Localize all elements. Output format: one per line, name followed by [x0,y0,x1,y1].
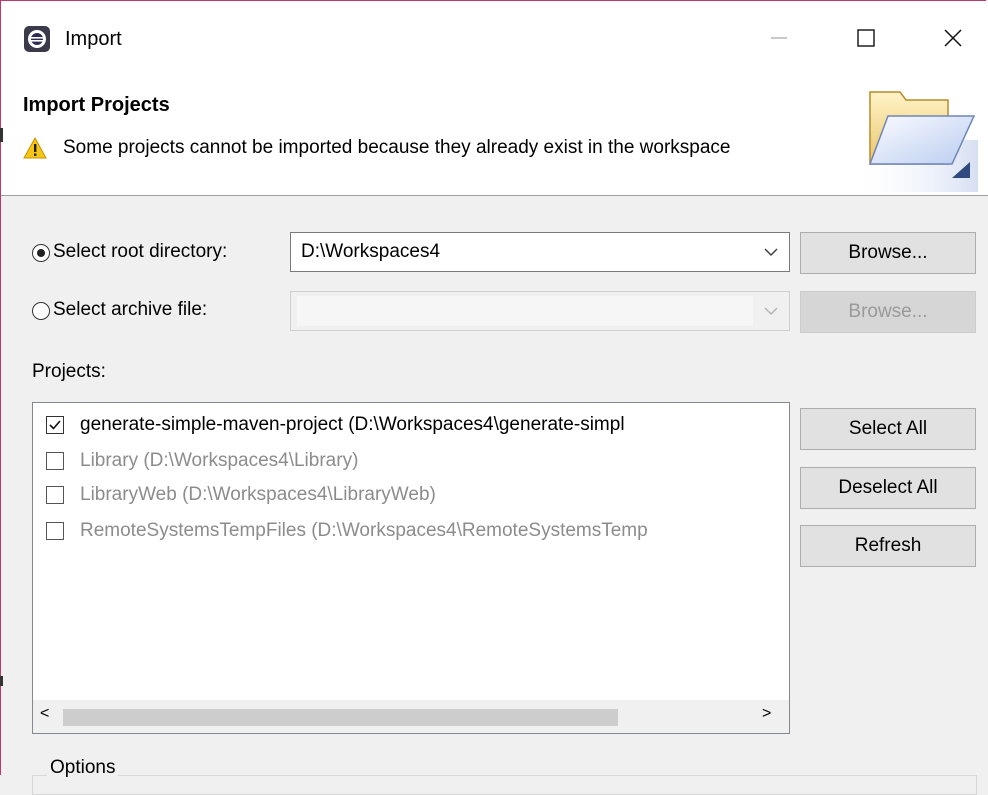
scrollbar-thumb[interactable] [63,709,618,726]
scroll-left-icon[interactable]: < [40,705,49,723]
projects-label: Projects: [32,361,106,382]
title-bar[interactable] [1,1,988,77]
project-item[interactable]: Library (D:\Workspaces4\Library) [46,445,358,477]
archive-file-radio[interactable] [32,302,50,320]
scroll-right-icon[interactable]: > [762,705,771,723]
options-group [32,775,977,795]
warning-icon [23,136,47,165]
archive-file-label[interactable]: Select archive file: [53,299,207,321]
refresh-button[interactable]: Refresh [800,525,976,567]
chevron-down-icon [764,248,778,257]
browse-archive-button[interactable]: Browse... [800,291,976,333]
deselect-all-button[interactable]: Deselect All [800,467,976,509]
chevron-down-icon [764,307,778,316]
root-directory-label[interactable]: Select root directory: [53,241,227,263]
page-title: Import Projects [23,94,170,116]
frame-marker [0,676,3,686]
project-checkbox[interactable] [46,522,64,540]
archive-file-input [297,296,753,326]
root-directory-radio[interactable] [32,244,50,262]
options-label: Options [47,757,119,779]
minimize-icon: — [771,29,787,46]
project-item[interactable]: LibraryWeb (D:\Workspaces4\LibraryWeb) [46,479,436,511]
close-button[interactable] [930,18,976,58]
radio-selected-dot [37,249,45,257]
select-all-button[interactable]: Select All [800,408,976,450]
project-label: generate-simple-maven-project (D:\Worksp… [80,414,625,435]
project-item[interactable]: RemoteSystemsTempFiles (D:\Workspaces4\R… [46,515,648,547]
checkmark-icon [49,420,61,430]
window-title: Import [65,28,122,50]
project-label: Library (D:\Workspaces4\Library) [80,450,359,471]
minimize-button[interactable]: — [756,18,802,58]
project-label: RemoteSystemsTempFiles (D:\Workspaces4\R… [80,520,648,541]
folder-open-icon [848,80,978,192]
maximize-button[interactable] [843,18,889,58]
eclipse-app-icon [24,26,50,52]
maximize-icon [857,29,875,47]
browse-directory-button[interactable]: Browse... [800,232,976,274]
project-checkbox[interactable] [46,486,64,504]
archive-file-combo[interactable] [290,291,790,331]
warning-message: Some projects cannot be imported because… [63,137,731,158]
root-directory-combo[interactable]: D:\Workspaces4 [290,232,790,272]
project-item[interactable]: generate-simple-maven-project (D:\Worksp… [46,409,625,441]
project-checkbox[interactable] [46,416,64,434]
project-label: LibraryWeb (D:\Workspaces4\LibraryWeb) [80,484,436,505]
root-directory-value: D:\Workspaces4 [301,241,441,262]
project-checkbox[interactable] [46,452,64,470]
frame-marker [0,128,3,142]
list-clip [790,402,798,702]
close-icon [944,29,962,47]
